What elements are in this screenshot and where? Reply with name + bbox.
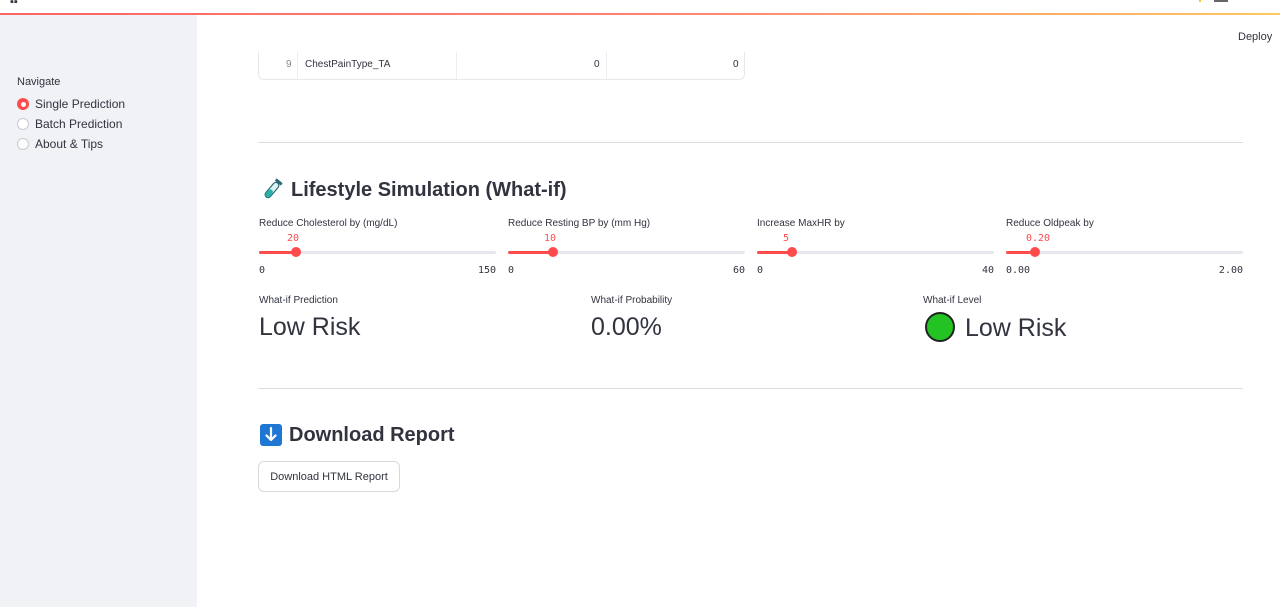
prediction-value: Low Risk (259, 313, 361, 341)
slider-max: 2.00 (1218, 265, 1243, 276)
value-cell: 0 (594, 59, 600, 70)
resting-bp-slider[interactable]: Reduce Resting BP by (mm Hg) 10 0 60 (508, 218, 745, 278)
feature-cell: ChestPainType_TA (305, 59, 391, 70)
slider-track[interactable] (1006, 247, 1243, 257)
slider-min: 0.00 (1006, 265, 1031, 276)
deploy-button[interactable]: Deploy (1238, 31, 1272, 43)
slider-value: 20 (287, 233, 300, 244)
download-heading: Download Report (259, 423, 455, 447)
slider-label: Reduce Oldpeak by (1006, 218, 1094, 229)
slider-thumb[interactable] (548, 247, 558, 257)
down-arrow-icon (259, 423, 283, 447)
slider-value: 10 (544, 233, 557, 244)
slider-track[interactable] (508, 247, 745, 257)
slider-thumb[interactable] (1030, 247, 1040, 257)
oldpeak-slider[interactable]: Reduce Oldpeak by 0.20 0.00 2.00 (1006, 218, 1243, 278)
maxhr-slider[interactable]: Increase MaxHR by 5 0 40 (757, 218, 994, 278)
column-divider (606, 52, 607, 79)
download-title: Download Report (289, 423, 455, 446)
level-value: Low Risk (965, 314, 1067, 342)
radio-label: About & Tips (35, 137, 104, 151)
slider-min: 0 (259, 265, 266, 276)
radio-single-prediction[interactable]: Single Prediction (17, 96, 125, 112)
radio-about-tips[interactable]: About & Tips (17, 136, 103, 152)
green-circle-icon (925, 312, 955, 343)
slider-max: 150 (477, 265, 496, 276)
status-mark (1199, 0, 1201, 2)
test-tube-icon (259, 177, 285, 203)
slider-value: 5 (783, 233, 790, 244)
divider (258, 142, 1243, 143)
radio-button[interactable] (17, 118, 29, 130)
radio-button[interactable] (17, 138, 29, 150)
prediction-label: What-if Prediction (259, 295, 338, 306)
slider-thumb[interactable] (291, 247, 301, 257)
lifestyle-heading: Lifestyle Simulation (What-if) (259, 177, 567, 203)
level-label: What-if Level (923, 295, 982, 306)
table-row: 9 ChestPainType_TA 0 0 (258, 52, 745, 80)
lifestyle-title: Lifestyle Simulation (What-if) (291, 178, 567, 201)
probability-label: What-if Probability (591, 295, 673, 306)
slider-value: 0.20 (1026, 233, 1051, 244)
slider-fill (508, 251, 553, 254)
slider-min: 0 (508, 265, 515, 276)
slider-label: Reduce Cholesterol by (mg/dL) (259, 218, 398, 229)
divider (258, 388, 1243, 389)
slider-track[interactable] (259, 247, 496, 257)
top-bar (0, 0, 1280, 13)
slider-label: Increase MaxHR by (757, 218, 845, 229)
probability-value: 0.00% (591, 313, 662, 341)
slider-min: 0 (757, 265, 764, 276)
slider-track[interactable] (757, 247, 994, 257)
level-metric: Low Risk (925, 312, 1067, 344)
slider-thumb[interactable] (787, 247, 797, 257)
grid-icon: ▪▪ (10, 0, 18, 8)
download-html-report-button[interactable]: Download HTML Report (258, 461, 400, 492)
row-index: 9 (286, 59, 292, 70)
column-divider (297, 52, 298, 79)
radio-label: Single Prediction (35, 97, 126, 111)
column-divider (456, 52, 457, 79)
slider-label: Reduce Resting BP by (mm Hg) (508, 218, 651, 229)
slider-max: 60 (732, 265, 745, 276)
radio-button[interactable] (17, 98, 29, 110)
radio-label: Batch Prediction (35, 117, 123, 131)
menu-icon[interactable] (1214, 0, 1228, 2)
value-cell: 0 (733, 59, 739, 70)
slider-max: 40 (981, 265, 994, 276)
nav-label: Navigate (17, 76, 61, 88)
cholesterol-slider[interactable]: Reduce Cholesterol by (mg/dL) 20 0 150 (259, 218, 496, 278)
radio-batch-prediction[interactable]: Batch Prediction (17, 116, 122, 132)
